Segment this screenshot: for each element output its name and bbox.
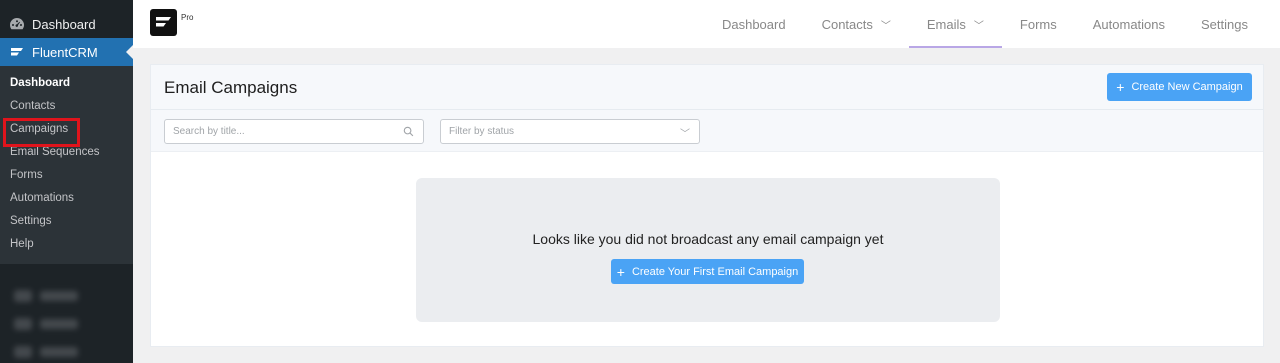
blurred-menu-items [0, 264, 133, 363]
page-title: Email Campaigns [164, 78, 298, 97]
submenu-item-contacts[interactable]: Contacts [0, 95, 133, 118]
empty-state: Looks like you did not broadcast any ema… [416, 178, 1000, 322]
nav-dashboard[interactable]: Dashboard [704, 0, 804, 48]
fluentcrm-logo[interactable] [150, 9, 177, 36]
chevron-down-icon: ﹀ [880, 20, 891, 32]
fluentcrm-topbar: Pro Dashboard Contacts ﹀ Emails ﹀ Forms Au… [133, 0, 1280, 48]
nav-settings[interactable]: Settings [1183, 0, 1266, 48]
create-first-campaign-label: Create Your First Email Campaign [631, 265, 799, 278]
submenu-item-help[interactable]: Help [0, 233, 133, 256]
submenu-item-settings[interactable]: Settings [0, 210, 133, 233]
wp-menu-fluentcrm-label: FluentCRM [32, 44, 98, 60]
create-new-campaign-button[interactable]: + Create New Campaign [1107, 73, 1252, 101]
blurred-menu-item [0, 310, 133, 338]
create-new-campaign-label: Create New Campaign [1131, 81, 1243, 93]
chevron-down-icon: ﹀ [973, 20, 984, 32]
wp-menu-dashboard-label: Dashboard [32, 16, 96, 32]
nav-contacts-label: Contacts [821, 16, 873, 32]
search-icon[interactable] [403, 126, 414, 137]
plus-icon: + [616, 263, 625, 280]
submenu-item-dashboard[interactable]: Dashboard [0, 72, 133, 95]
wp-admin-sidebar: Dashboard FluentCRM Dashboard Contacts C… [0, 0, 133, 363]
nav-forms[interactable]: Forms [1002, 0, 1075, 48]
nav-contacts[interactable]: Contacts ﹀ [804, 0, 909, 48]
empty-state-message: Looks like you did not broadcast any ema… [532, 231, 884, 247]
nav-settings-label: Settings [1201, 16, 1248, 32]
fluentcrm-logo-icon [9, 44, 25, 60]
email-campaigns-panel: Email Campaigns + Create New Campaign Fi… [150, 64, 1264, 347]
dashboard-gauge-icon [9, 16, 25, 32]
blurred-menu-item [0, 282, 133, 310]
fluentcrm-submenu: Dashboard Contacts Campaigns Email Seque… [0, 66, 133, 264]
nav-automations[interactable]: Automations [1075, 0, 1183, 48]
top-nav: Dashboard Contacts ﹀ Emails ﹀ Forms Automa… [704, 0, 1266, 48]
filters-bar: Filter by status ﹀ [151, 110, 1263, 152]
nav-emails-label: Emails [926, 16, 966, 32]
blurred-menu-item [0, 338, 133, 363]
panel-header: Email Campaigns + Create New Campaign [151, 65, 1263, 110]
nav-emails[interactable]: Emails ﹀ [908, 0, 1002, 48]
status-filter-placeholder: Filter by status [449, 126, 515, 137]
plus-icon: + [1116, 79, 1125, 95]
create-first-campaign-button[interactable]: + Create Your First Email Campaign [611, 259, 804, 284]
nav-forms-label: Forms [1019, 16, 1057, 32]
submenu-item-automations[interactable]: Automations [0, 187, 133, 210]
submenu-item-campaigns[interactable]: Campaigns [0, 118, 133, 147]
wp-menu-fluentcrm[interactable]: FluentCRM [0, 38, 133, 66]
fluentcrm-logo-icon [156, 17, 171, 27]
status-filter-select[interactable]: Filter by status ﹀ [440, 119, 700, 144]
chevron-down-icon: ﹀ [680, 129, 690, 140]
search-box [164, 119, 424, 144]
main-content: Pro Dashboard Contacts ﹀ Emails ﹀ Forms Au… [133, 0, 1280, 363]
nav-dashboard-label: Dashboard [721, 16, 786, 32]
search-input[interactable] [165, 126, 390, 137]
pro-badge: Pro [181, 13, 194, 22]
nav-automations-label: Automations [1092, 16, 1166, 32]
submenu-item-forms[interactable]: Forms [0, 164, 133, 187]
